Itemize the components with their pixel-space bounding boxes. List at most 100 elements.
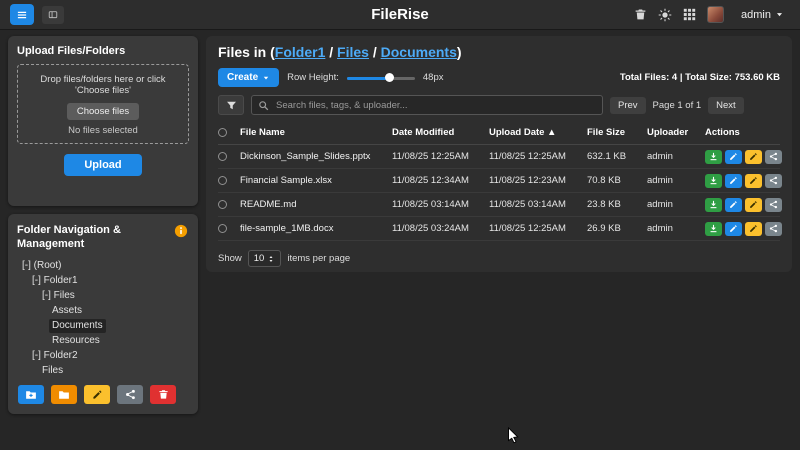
- date-modified: 11/08/25 03:24AM: [392, 223, 489, 234]
- rename-button[interactable]: [745, 222, 762, 236]
- tree-item-root[interactable]: [-] (Root): [19, 259, 64, 273]
- tree-item-folder2[interactable]: [-] Folder2: [29, 349, 81, 363]
- download-button[interactable]: [705, 174, 722, 188]
- share-icon: [769, 224, 778, 233]
- breadcrumb-documents[interactable]: Documents: [381, 44, 457, 60]
- row-height-slider[interactable]: [347, 72, 415, 84]
- page-size-select[interactable]: 10: [248, 250, 282, 267]
- row-actions: [705, 198, 782, 212]
- edit-button[interactable]: [725, 198, 742, 212]
- file-size: 70.8 KB: [587, 175, 647, 186]
- apps-grid-button[interactable]: [683, 8, 696, 21]
- folder-plus-icon: [25, 389, 37, 401]
- slider-knob[interactable]: [385, 73, 394, 82]
- info-button[interactable]: [174, 224, 188, 238]
- user-avatar[interactable]: [707, 6, 724, 23]
- trash-icon: [158, 389, 169, 400]
- breadcrumb-separator: /: [369, 44, 381, 60]
- col-file-name[interactable]: File Name: [240, 127, 392, 138]
- col-uploader[interactable]: Uploader: [647, 127, 705, 138]
- rename-button[interactable]: [745, 174, 762, 188]
- rename-folder-button[interactable]: [84, 385, 110, 404]
- download-button[interactable]: [705, 150, 722, 164]
- tree-item-resources[interactable]: Resources: [49, 334, 103, 348]
- edit-button[interactable]: [725, 150, 742, 164]
- folder-panel-title: Folder Navigation & Management: [17, 223, 152, 252]
- row-height-label: Row Height:: [287, 72, 339, 83]
- layout-toggle-button[interactable]: [42, 6, 64, 24]
- toolbar: Create Row Height: 48px Total Files: 4 |…: [218, 68, 780, 87]
- items-per-page-label: items per page: [287, 253, 350, 264]
- table-row[interactable]: Financial Sample.xlsx 11/08/25 12:34AM 1…: [218, 169, 780, 193]
- share-button[interactable]: [765, 150, 782, 164]
- info-icon: [174, 224, 188, 238]
- prev-page-button[interactable]: Prev: [610, 97, 646, 114]
- upload-button[interactable]: Upload: [64, 154, 141, 176]
- chevron-down-icon: [262, 74, 270, 82]
- next-page-button[interactable]: Next: [708, 97, 744, 114]
- pencil-icon: [729, 176, 738, 185]
- delete-button[interactable]: [634, 8, 647, 21]
- row-checkbox[interactable]: [218, 200, 227, 209]
- mouse-cursor: [507, 427, 520, 445]
- tree-item-folder1[interactable]: [-] Folder1: [29, 274, 81, 288]
- file-size: 23.8 KB: [587, 199, 647, 210]
- rename-button[interactable]: [745, 150, 762, 164]
- search-input[interactable]: [274, 99, 596, 112]
- row-actions: [705, 222, 782, 236]
- download-button[interactable]: [705, 222, 722, 236]
- col-date-modified[interactable]: Date Modified: [392, 127, 489, 138]
- date-modified: 11/08/25 12:25AM: [392, 151, 489, 162]
- rename-button[interactable]: [745, 198, 762, 212]
- breadcrumb-files[interactable]: Files: [337, 44, 369, 60]
- edit-button[interactable]: [725, 174, 742, 188]
- file-list-panel: Files in (Folder1 / Files / Documents) C…: [206, 36, 792, 272]
- table-row[interactable]: README.md 11/08/25 03:14AM 11/08/25 03:1…: [218, 193, 780, 217]
- table-row[interactable]: file-sample_1MB.docx 11/08/25 03:24AM 11…: [218, 217, 780, 241]
- col-upload-date-sorted[interactable]: Upload Date ▲: [489, 127, 587, 138]
- download-icon: [709, 224, 718, 233]
- share-button[interactable]: [765, 198, 782, 212]
- upload-date: 11/08/25 12:25AM: [489, 151, 587, 162]
- table-row[interactable]: Dickinson_Sample_Slides.pptx 11/08/25 12…: [218, 145, 780, 169]
- user-menu[interactable]: admin: [735, 8, 790, 22]
- folder-panel: Folder Navigation & Management [-] (Root…: [8, 214, 198, 414]
- page-info: Page 1 of 1: [653, 100, 702, 111]
- page-size-value: 10: [254, 253, 265, 264]
- tree-item-documents[interactable]: Documents: [49, 319, 106, 333]
- theme-toggle-button[interactable]: [658, 8, 672, 22]
- download-icon: [709, 200, 718, 209]
- delete-folder-button[interactable]: [150, 385, 176, 404]
- tree-item-folder2-files[interactable]: Files: [39, 364, 66, 378]
- share-button[interactable]: [765, 222, 782, 236]
- file-name: Financial Sample.xlsx: [240, 175, 392, 186]
- share-folder-button[interactable]: [117, 385, 143, 404]
- pencil-icon: [749, 176, 758, 185]
- breadcrumb-folder1[interactable]: Folder1: [275, 44, 326, 60]
- filter-button[interactable]: [218, 95, 244, 115]
- create-button[interactable]: Create: [218, 68, 279, 87]
- menu-button[interactable]: [10, 4, 34, 25]
- tree-item-assets[interactable]: Assets: [49, 304, 85, 318]
- share-button[interactable]: [765, 174, 782, 188]
- col-file-size[interactable]: File Size: [587, 127, 647, 138]
- choose-files-button[interactable]: Choose files: [67, 103, 139, 120]
- file-name: Dickinson_Sample_Slides.pptx: [240, 151, 392, 162]
- share-icon: [125, 389, 136, 400]
- move-folder-button[interactable]: [51, 385, 77, 404]
- upload-date: 11/08/25 12:23AM: [489, 175, 587, 186]
- layout-toggle-icon: [48, 8, 58, 21]
- download-button[interactable]: [705, 198, 722, 212]
- row-checkbox[interactable]: [218, 176, 227, 185]
- table-header-row: File Name Date Modified Upload Date ▲ Fi…: [218, 124, 780, 145]
- create-folder-button[interactable]: [18, 385, 44, 404]
- show-label: Show: [218, 253, 242, 264]
- row-checkbox[interactable]: [218, 152, 227, 161]
- row-checkbox[interactable]: [218, 224, 227, 233]
- dropzone[interactable]: Drop files/folders here or click 'Choose…: [17, 64, 189, 144]
- select-all-checkbox[interactable]: [218, 128, 227, 137]
- no-files-selected-text: No files selected: [23, 125, 183, 136]
- tree-item-files[interactable]: [-] Files: [39, 289, 78, 303]
- date-modified: 11/08/25 03:14AM: [392, 199, 489, 210]
- edit-button[interactable]: [725, 222, 742, 236]
